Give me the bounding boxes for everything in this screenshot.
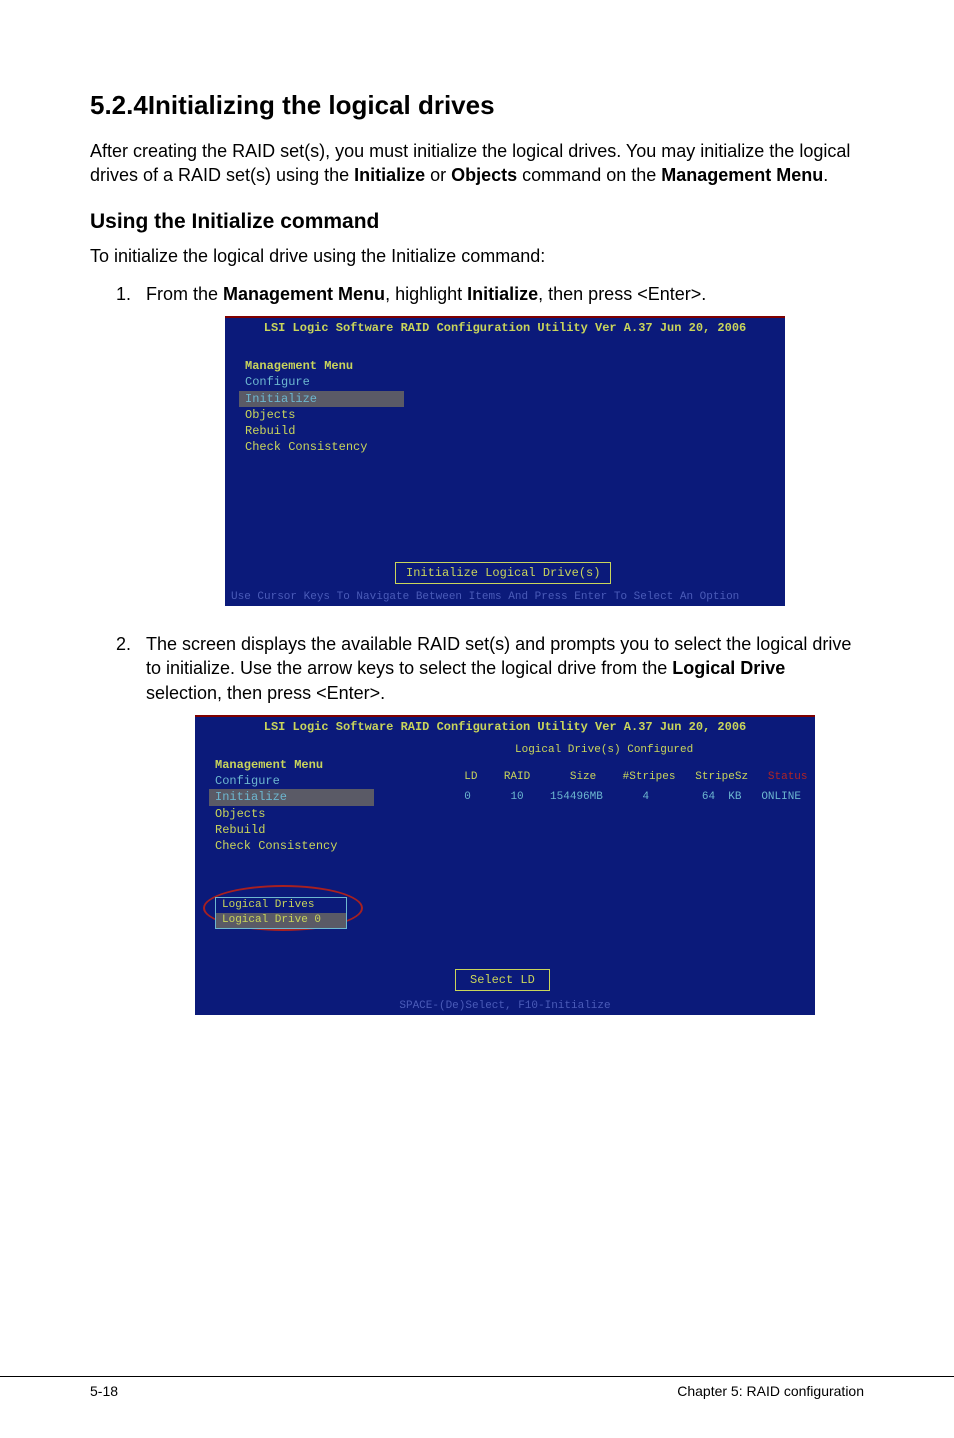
intro-text-d: . bbox=[823, 165, 828, 185]
menu-item-objects[interactable]: Objects bbox=[239, 407, 404, 423]
logical-drives-header: Logical Drives bbox=[216, 898, 346, 913]
chapter-label: Chapter 5: RAID configuration bbox=[677, 1383, 864, 1399]
logical-drives-box: Logical Drives Logical Drive 0 bbox=[215, 897, 347, 929]
initialize-logical-drives-box: Initialize Logical Drive(s) bbox=[395, 562, 611, 584]
intro-bold-objects: Objects bbox=[451, 165, 517, 185]
step1-text-d: , then press <Enter>. bbox=[538, 284, 706, 304]
row-status: ONLINE bbox=[761, 791, 801, 803]
menu-item-configure-2[interactable]: Configure bbox=[209, 773, 374, 789]
menu-item-objects-2[interactable]: Objects bbox=[209, 806, 374, 822]
page-content: 5.2.4Initializing the logical drives Aft… bbox=[0, 0, 954, 1015]
step2-bold-logicaldrive: Logical Drive bbox=[672, 658, 785, 678]
bios-screenshot-2: LSI Logic Software RAID Configuration Ut… bbox=[195, 715, 815, 1015]
step1-bold-mgmt: Management Menu bbox=[223, 284, 385, 304]
menu-item-initialize-2[interactable]: Initialize bbox=[209, 789, 374, 805]
intro-text-c: command on the bbox=[517, 165, 661, 185]
menu-item-rebuild[interactable]: Rebuild bbox=[239, 423, 404, 439]
page-number: 5-18 bbox=[90, 1383, 118, 1399]
bios-footer-1: Use Cursor Keys To Navigate Between Item… bbox=[225, 589, 785, 606]
subheading-lead: To initialize the logical drive using th… bbox=[90, 244, 864, 268]
menu-item-configure[interactable]: Configure bbox=[239, 374, 404, 390]
section-title-text: Initializing the logical drives bbox=[148, 90, 495, 120]
steps-list: From the Management Menu, highlight Init… bbox=[90, 282, 864, 1015]
management-menu-label: Management Menu bbox=[239, 358, 404, 374]
row-stripes: 4 bbox=[642, 791, 649, 803]
bios-title-bar-2: LSI Logic Software RAID Configuration Ut… bbox=[195, 717, 815, 738]
step-2: The screen displays the available RAID s… bbox=[136, 632, 864, 1015]
step-1: From the Management Menu, highlight Init… bbox=[136, 282, 864, 606]
logical-drive-0[interactable]: Logical Drive 0 bbox=[216, 913, 346, 928]
intro-bold-mgmtmenu: Management Menu bbox=[661, 165, 823, 185]
management-menu-label-2: Management Menu bbox=[209, 757, 374, 773]
row-size: 154496MB bbox=[550, 791, 603, 803]
menu-item-check-consistency[interactable]: Check Consistency bbox=[239, 439, 404, 455]
section-number: 5.2.4 bbox=[90, 90, 148, 120]
select-ld-box: Select LD bbox=[455, 969, 550, 991]
bios-footer-2: SPACE-(De)Select, F10-Initialize bbox=[195, 998, 815, 1015]
menu-item-rebuild-2[interactable]: Rebuild bbox=[209, 822, 374, 838]
bios-screenshot-1: LSI Logic Software RAID Configuration Ut… bbox=[225, 316, 785, 606]
step1-text-a: From the bbox=[146, 284, 223, 304]
intro-paragraph: After creating the RAID set(s), you must… bbox=[90, 139, 864, 188]
management-menu-box-2: Management Menu Configure Initialize Obj… bbox=[209, 757, 374, 854]
step1-bold-init: Initialize bbox=[467, 284, 538, 304]
bios-title-bar: LSI Logic Software RAID Configuration Ut… bbox=[225, 318, 785, 339]
management-menu-box: Management Menu Configure Initialize Obj… bbox=[239, 358, 404, 455]
row-stripesz: 64 KB bbox=[702, 791, 742, 803]
intro-bold-initialize: Initialize bbox=[354, 165, 425, 185]
section-heading: 5.2.4Initializing the logical drives bbox=[90, 90, 864, 121]
menu-item-check-consistency-2[interactable]: Check Consistency bbox=[209, 838, 374, 854]
intro-text-b: or bbox=[425, 165, 451, 185]
step2-text-c: selection, then press <Enter>. bbox=[146, 683, 385, 703]
row-ld: 0 bbox=[464, 791, 471, 803]
configured-drives-row: 0 10 154496MB 4 64 KB ONLINE bbox=[385, 775, 801, 820]
page-footer: 5-18 Chapter 5: RAID configuration bbox=[0, 1376, 954, 1399]
step1-text-c: , highlight bbox=[385, 284, 467, 304]
subheading-initialize-command: Using the Initialize command bbox=[90, 210, 864, 234]
row-raid: 10 bbox=[510, 791, 523, 803]
menu-item-initialize[interactable]: Initialize bbox=[239, 391, 404, 407]
bios-frame-1: LSI Logic Software RAID Configuration Ut… bbox=[225, 316, 785, 606]
bios-frame-2: LSI Logic Software RAID Configuration Ut… bbox=[195, 715, 815, 1015]
